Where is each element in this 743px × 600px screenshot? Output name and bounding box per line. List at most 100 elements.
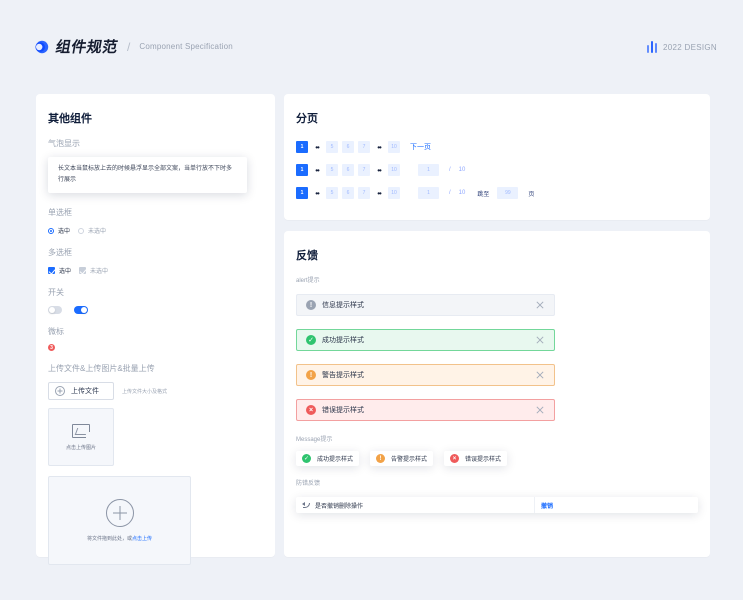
success-icon: ✓ [306, 335, 316, 345]
page-1-button-row2[interactable]: 1 [296, 164, 308, 176]
page-ellipsis-right-row3: •• [377, 188, 382, 198]
page-10-button-row2[interactable]: 10 [388, 164, 400, 176]
alert-success-text: 成功提示样式 [322, 337, 364, 344]
jump-input[interactable]: 99 [497, 187, 519, 199]
page-6-button-row2[interactable]: 6 [342, 164, 354, 176]
jump-suffix: 页 [528, 191, 535, 198]
other-components-title: 其他组件 [48, 113, 92, 125]
bulk-upload-dropzone[interactable]: 将文件拖到此处，或点击上传 [48, 476, 191, 565]
page-ellipsis-left: •• [315, 142, 320, 152]
pagination-row-2: 1 •• 5 6 7 •• 10 1 / 10 [296, 164, 698, 176]
header: 组件规范 / Component Specification 2022 DESI… [0, 0, 743, 80]
badge: 3 [48, 344, 55, 351]
tooltip-section-label: 气泡显示 [48, 139, 80, 148]
page-input-row3[interactable]: 1 [418, 187, 439, 199]
page-ellipsis-left-row3: •• [315, 188, 320, 198]
undo-button[interactable]: 撤销 [535, 497, 559, 513]
jump-label: 跳至 [477, 191, 490, 198]
feedback-title: 反馈 [296, 250, 318, 262]
alert-info-text: 信息提示样式 [322, 302, 364, 309]
other-components-card: 其他组件 气泡显示 长文本当鼠标放上去的时候悬浮显示全部文案，当单行放不下时多行… [36, 94, 275, 565]
bars-icon [647, 41, 657, 53]
message-warning-text: 告警提示样式 [391, 457, 428, 463]
undo-left: 是否撤销删除操作 [296, 497, 535, 513]
info-icon: ! [306, 300, 316, 310]
dropzone-text: 将文件拖到此处，或点击上传 [87, 535, 152, 542]
page-ellipsis-right: •• [377, 142, 382, 152]
page-5-button[interactable]: 5 [326, 141, 338, 153]
close-icon[interactable] [536, 301, 544, 309]
page-6-button[interactable]: 6 [342, 141, 354, 153]
upload-file-button[interactable]: 上传文件 [48, 382, 114, 400]
page-7-button[interactable]: 7 [358, 141, 370, 153]
close-icon[interactable] [536, 406, 544, 414]
checkbox-option-unselected[interactable]: 未选中 [79, 266, 108, 275]
upload-row: 上传文件 上传文件大小及格式 [48, 382, 263, 400]
error-icon: × [306, 405, 316, 415]
undo-section-label: 防错反馈 [296, 481, 321, 487]
pagination-row-1: 1 •• 5 6 7 •• 10 下一页 [296, 141, 698, 153]
page-separator-row3: / [449, 190, 451, 196]
radio-option-selected[interactable]: 选中 [48, 226, 70, 235]
switch-section-label: 开关 [48, 288, 64, 297]
checkbox-selected-label: 选中 [59, 269, 72, 275]
pagination-title: 分页 [296, 113, 318, 125]
next-page-link[interactable]: 下一页 [410, 142, 431, 152]
checkbox-option-selected[interactable]: 选中 [48, 266, 71, 275]
page-ellipsis-right-row2: •• [377, 165, 382, 175]
year-label: 2022 DESIGN [663, 42, 717, 52]
tooltip-bubble: 长文本当鼠标放上去的时候悬浮显示全部文案，当单行放不下时多行展示 [48, 157, 247, 193]
page-title: 组件规范 [54, 39, 120, 56]
page-6-button-row3[interactable]: 6 [342, 187, 354, 199]
alert-warning-text: 警告提示样式 [322, 372, 364, 379]
page-1-button-row3[interactable]: 1 [296, 187, 308, 199]
page-5-button-row3[interactable]: 5 [326, 187, 338, 199]
page-10-button-row3[interactable]: 10 [388, 187, 400, 199]
page-ellipsis-left-row2: •• [315, 165, 320, 175]
warning-icon: ! [376, 454, 386, 463]
message-danger-text: 错误提示样式 [465, 457, 502, 463]
message-success-text: 成功提示样式 [317, 457, 354, 463]
page-7-button-row2[interactable]: 7 [358, 164, 370, 176]
page-total-row3: 10 [458, 190, 466, 196]
page-1-button[interactable]: 1 [296, 141, 308, 153]
upload-image-label: 点击上传图片 [65, 444, 96, 451]
image-plus-icon [86, 432, 94, 440]
upload-file-button-label: 上传文件 [71, 388, 99, 395]
page-7-button-row3[interactable]: 7 [358, 187, 370, 199]
badge-section-label: 微标 [48, 327, 64, 336]
message-row: ✓ 成功提示样式 ! 告警提示样式 × 错误提示样式 [296, 451, 698, 466]
warning-icon: ! [306, 370, 316, 380]
upload-section-label: 上传文件&上传图片&批量上传 [48, 364, 155, 373]
page-total-row2: 10 [458, 167, 466, 173]
checkbox-group: 选中 未选中 [48, 266, 263, 275]
radio-option-unselected[interactable]: 未选中 [78, 226, 106, 235]
upload-image-tile[interactable]: 点击上传图片 [48, 408, 114, 466]
close-icon[interactable] [536, 371, 544, 379]
checkbox-selected-icon [48, 267, 55, 274]
page-10-button[interactable]: 10 [388, 141, 400, 153]
alert-section-label: alert提示 [296, 278, 320, 284]
switch-on[interactable] [74, 306, 88, 314]
radio-unselected-icon [78, 227, 85, 234]
message-section-label: Message提示 [296, 437, 333, 443]
message-success: ✓ 成功提示样式 [296, 451, 360, 466]
alert-danger-text: 错误提示样式 [322, 407, 364, 414]
alert-success: ✓ 成功提示样式 [296, 329, 555, 351]
undo-icon [302, 501, 310, 509]
upload-hint: 上传文件大小及格式 [122, 388, 168, 395]
dropzone-upload-link[interactable]: 点击上传 [132, 536, 152, 542]
page-5-button-row2[interactable]: 5 [326, 164, 338, 176]
brand-logo-icon [35, 40, 49, 54]
alert-info: ! 信息提示样式 [296, 294, 555, 316]
pagination-row-3: 1 •• 5 6 7 •• 10 1 / 10 跳至 99 页 [296, 187, 698, 199]
page-input-row2[interactable]: 1 [418, 164, 439, 176]
add-circle-icon [105, 499, 134, 527]
close-icon[interactable] [536, 336, 544, 344]
radio-unselected-label: 未选中 [88, 229, 107, 235]
message-danger: × 错误提示样式 [444, 451, 508, 466]
undo-toast: 是否撤销删除操作 撤销 [296, 497, 698, 513]
feedback-card: 反馈 alert提示 ! 信息提示样式 ✓ 成功提示样式 ! 警告提示样式 × … [284, 231, 710, 557]
plus-icon [55, 386, 65, 396]
switch-off[interactable] [48, 306, 62, 314]
